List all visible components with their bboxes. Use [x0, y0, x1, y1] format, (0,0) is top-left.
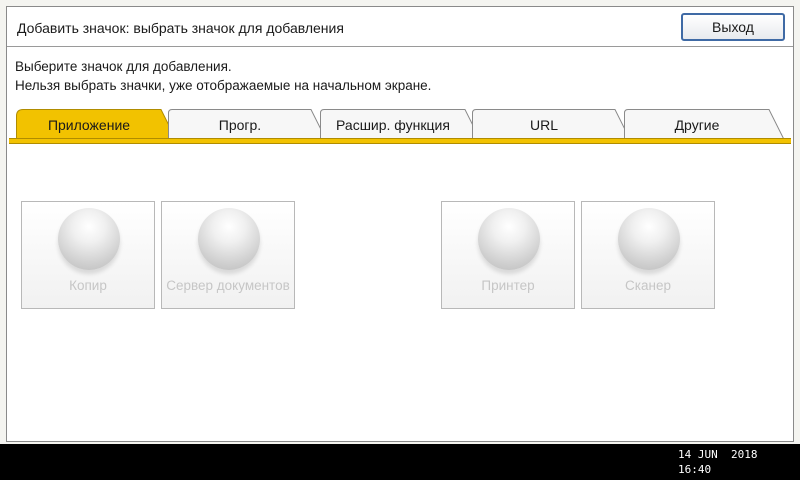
- scanner-icon: [618, 208, 680, 270]
- app-tile-printer[interactable]: Принтер: [441, 201, 575, 309]
- tab-label: Приложение: [47, 117, 131, 133]
- exit-button[interactable]: Выход: [681, 13, 785, 41]
- printer-icon: [478, 208, 540, 270]
- tab-label: URL: [529, 117, 558, 133]
- app-tile-label: Сканер: [625, 278, 671, 293]
- title-bar: Добавить значок: выбрать значок для доба…: [7, 7, 793, 47]
- instruction-line-2: Нельзя выбрать значки, уже отображаемые …: [15, 78, 432, 93]
- tab-extended-features[interactable]: Расшир. функция: [320, 108, 480, 139]
- app-tile-label: Сервер документов: [166, 278, 290, 293]
- tab-programs[interactable]: Прогр.: [168, 108, 326, 139]
- tab-label: Прогр.: [218, 117, 262, 133]
- tab-other[interactable]: Другие: [624, 108, 784, 139]
- app-tile-scanner[interactable]: Сканер: [581, 201, 715, 309]
- app-tile-copier[interactable]: Копир: [21, 201, 155, 309]
- app-tile-label: Копир: [69, 278, 107, 293]
- status-time: 16:40: [678, 463, 712, 476]
- app-tile-label: Принтер: [481, 278, 535, 293]
- status-bar: 14 JUN 2018 16:40: [0, 444, 800, 480]
- instructions: Выберите значок для добавления. Нельзя в…: [15, 57, 431, 95]
- status-date: 14 JUN 2018: [678, 448, 758, 461]
- tab-url[interactable]: URL: [472, 108, 630, 139]
- instruction-line-1: Выберите значок для добавления.: [15, 59, 232, 74]
- copier-icon: [58, 208, 120, 270]
- app-tile-document-server[interactable]: Сервер документов: [161, 201, 295, 309]
- window-title: Добавить значок: выбрать значок для доба…: [17, 20, 344, 36]
- tab-label: Расшир. функция: [336, 117, 450, 133]
- document-server-icon: [198, 208, 260, 270]
- tab-bar: Приложение Прогр. Расшир. функция URL Др…: [9, 108, 791, 152]
- dialog-window: Добавить значок: выбрать значок для доба…: [6, 6, 794, 442]
- tab-underline: [9, 138, 791, 144]
- tab-application[interactable]: Приложение: [16, 108, 176, 139]
- tab-label: Другие: [674, 117, 720, 133]
